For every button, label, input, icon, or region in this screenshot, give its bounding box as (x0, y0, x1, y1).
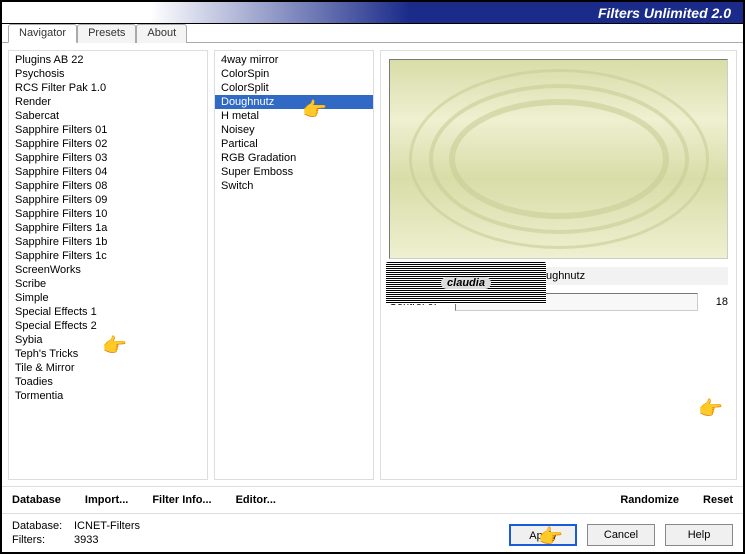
list-item[interactable]: Tile & Mirror (9, 361, 207, 375)
app-title: Filters Unlimited 2.0 (598, 5, 731, 21)
status-bar: Database: ICNET-Filters Filters: 3933 Ap… (2, 514, 743, 552)
filter-list[interactable]: 4way mirrorColorSpinColorSplitDoughnutzH… (214, 50, 374, 480)
list-item[interactable]: Scribe (9, 277, 207, 291)
editor-button[interactable]: Editor... (236, 494, 276, 506)
list-item[interactable]: H metal (215, 109, 373, 123)
filter-info-button[interactable]: Filter Info... (152, 494, 211, 506)
import-button[interactable]: Import... (85, 494, 128, 506)
reset-button[interactable]: Reset (703, 494, 733, 506)
control-value-0: 18 (704, 296, 728, 308)
list-item[interactable]: Special Effects 1 (9, 305, 207, 319)
db-label: Database: (12, 520, 68, 532)
list-item[interactable]: Simple (9, 291, 207, 305)
list-item[interactable]: Sybia (9, 333, 207, 347)
list-item[interactable]: Teph's Tricks (9, 347, 207, 361)
button-bar: Database Import... Filter Info... Editor… (2, 486, 743, 514)
list-item[interactable]: Toadies (9, 375, 207, 389)
title-bar: Filters Unlimited 2.0 (2, 2, 743, 24)
list-item[interactable]: ColorSpin (215, 67, 373, 81)
tab-about[interactable]: About (136, 24, 187, 43)
list-item[interactable]: Tormentia (9, 389, 207, 403)
list-item[interactable]: Sapphire Filters 01 (9, 123, 207, 137)
list-item[interactable]: Sapphire Filters 03 (9, 151, 207, 165)
list-item[interactable]: Switch (215, 179, 373, 193)
list-item[interactable]: Noisey (215, 123, 373, 137)
list-item[interactable]: Psychosis (9, 67, 207, 81)
list-item[interactable]: Partical (215, 137, 373, 151)
db-value: ICNET-Filters (74, 520, 140, 532)
cancel-button[interactable]: Cancel (587, 524, 655, 546)
list-item[interactable]: Sapphire Filters 08 (9, 179, 207, 193)
randomize-button[interactable]: Randomize (620, 494, 679, 506)
list-item[interactable]: RCS Filter Pak 1.0 (9, 81, 207, 95)
list-item[interactable]: 4way mirror (215, 53, 373, 67)
list-item[interactable]: Special Effects 2 (9, 319, 207, 333)
list-item[interactable]: Render (9, 95, 207, 109)
apply-button[interactable]: Apply (509, 524, 577, 546)
tab-navigator[interactable]: Navigator (8, 24, 77, 43)
list-item[interactable]: RGB Gradation (215, 151, 373, 165)
category-list[interactable]: Plugins AB 22PsychosisRCS Filter Pak 1.0… (8, 50, 208, 480)
filters-label: Filters: (12, 534, 68, 546)
list-item[interactable]: Sapphire Filters 10 (9, 207, 207, 221)
preview-image (389, 59, 728, 259)
list-item[interactable]: Sapphire Filters 02 (9, 137, 207, 151)
main-area: Plugins AB 22PsychosisRCS Filter Pak 1.0… (2, 44, 743, 486)
list-item[interactable]: Sapphire Filters 09 (9, 193, 207, 207)
filters-value: 3933 (74, 534, 98, 546)
database-button[interactable]: Database (12, 494, 61, 506)
list-item[interactable]: Doughnutz (215, 95, 373, 109)
watermark: claudia (386, 262, 546, 304)
list-item[interactable]: Sapphire Filters 1a (9, 221, 207, 235)
tab-presets[interactable]: Presets (77, 24, 136, 43)
list-item[interactable]: Sabercat (9, 109, 207, 123)
list-item[interactable]: ColorSplit (215, 81, 373, 95)
help-button[interactable]: Help (665, 524, 733, 546)
list-item[interactable]: ScreenWorks (9, 263, 207, 277)
tabs: Navigator Presets About (2, 23, 743, 43)
list-item[interactable]: Super Emboss (215, 165, 373, 179)
list-item[interactable]: Sapphire Filters 1c (9, 249, 207, 263)
list-item[interactable]: Sapphire Filters 1b (9, 235, 207, 249)
list-item[interactable]: Plugins AB 22 (9, 53, 207, 67)
list-item[interactable]: Sapphire Filters 04 (9, 165, 207, 179)
